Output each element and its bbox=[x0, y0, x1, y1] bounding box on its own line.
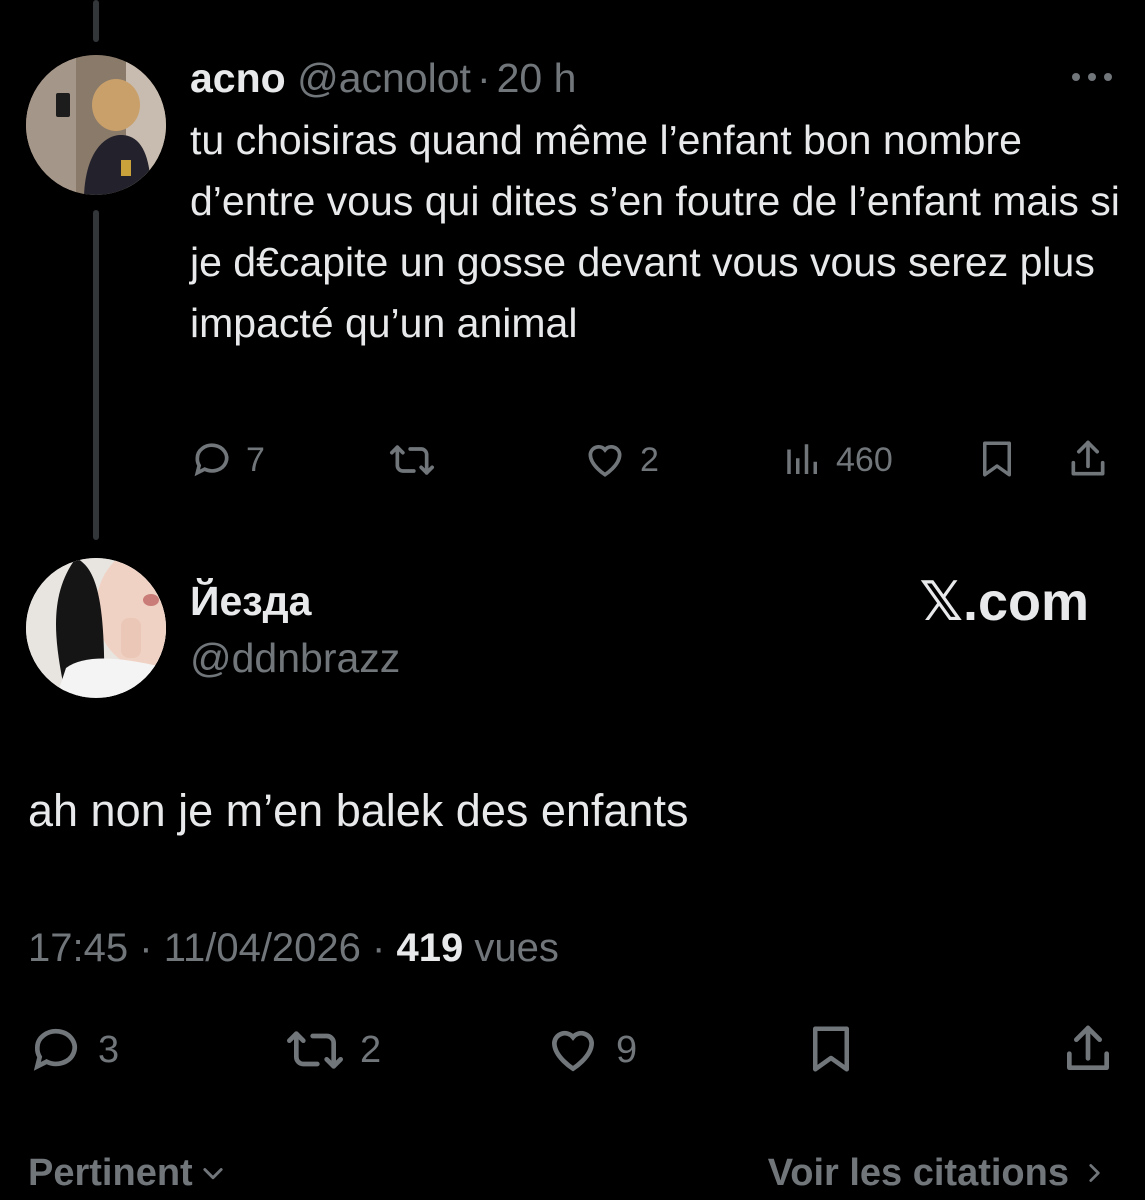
view-quotes-link[interactable]: Voir les citations bbox=[768, 1148, 1107, 1198]
main-tweet-text: ah non je m’en balek des enfants bbox=[28, 785, 689, 836]
bookmark-icon bbox=[976, 436, 1018, 482]
sort-label: Pertinent bbox=[28, 1152, 193, 1194]
parent-like-button[interactable]: 2 bbox=[582, 438, 659, 482]
main-retweet-button[interactable]: 2 bbox=[282, 1022, 381, 1078]
avatar-acno[interactable] bbox=[26, 55, 166, 195]
views-icon bbox=[782, 438, 824, 482]
main-like-button[interactable]: 9 bbox=[542, 1022, 637, 1078]
parent-tweet-header: acno @acnolot · 20 h bbox=[190, 52, 576, 104]
tweet-date[interactable]: 11/04/2026 bbox=[164, 926, 361, 970]
main-bookmark-button[interactable] bbox=[804, 1020, 858, 1078]
views-count: 419 bbox=[396, 926, 464, 970]
reply-icon bbox=[26, 1022, 86, 1078]
timestamp-separator-2: · bbox=[372, 926, 386, 970]
reply-icon bbox=[190, 438, 234, 482]
main-reply-count: 3 bbox=[98, 1028, 120, 1071]
main-retweet-count: 2 bbox=[360, 1028, 382, 1071]
parent-views-count: 460 bbox=[836, 440, 893, 479]
main-handle[interactable]: @ddnbrazz bbox=[190, 632, 400, 684]
avatar-yezda[interactable] bbox=[26, 558, 166, 698]
retweet-icon bbox=[385, 438, 439, 482]
x-com-logo: 𝕏.com bbox=[919, 572, 1089, 632]
share-icon bbox=[1066, 436, 1110, 482]
heart-icon bbox=[542, 1022, 604, 1078]
parent-reply-button[interactable]: 7 bbox=[190, 438, 265, 482]
main-reply-button[interactable]: 3 bbox=[26, 1022, 119, 1078]
parent-retweet-button[interactable] bbox=[385, 438, 451, 482]
chevron-right-icon bbox=[1081, 1159, 1107, 1187]
main-like-count: 9 bbox=[616, 1028, 638, 1071]
timestamp-row: 17:45 · 11/04/2026 · 419 vues bbox=[28, 922, 559, 974]
parent-separator: · bbox=[476, 55, 491, 101]
main-share-button[interactable] bbox=[1060, 1020, 1116, 1078]
parent-share-button[interactable] bbox=[1066, 436, 1110, 482]
bookmark-icon bbox=[804, 1020, 858, 1078]
main-display-name[interactable]: Йезда bbox=[190, 575, 311, 627]
retweet-icon bbox=[282, 1022, 348, 1078]
chevron-down-icon bbox=[199, 1159, 227, 1187]
view-quotes-label: Voir les citations bbox=[767, 1152, 1069, 1194]
sort-dropdown[interactable]: Pertinent bbox=[28, 1148, 227, 1198]
parent-like-count: 2 bbox=[640, 440, 659, 479]
heart-icon bbox=[582, 438, 628, 482]
parent-bookmark-button[interactable] bbox=[976, 436, 1018, 482]
parent-tweet-text: tu choisiras quand même l’enfant bon nom… bbox=[190, 117, 1132, 346]
parent-handle[interactable]: @acnolot bbox=[297, 55, 471, 101]
parent-reply-count: 7 bbox=[246, 440, 265, 479]
thread-line-bottom bbox=[93, 210, 99, 540]
thread-line-top bbox=[93, 0, 99, 42]
tweet-time[interactable]: 17:45 bbox=[28, 926, 128, 970]
share-icon bbox=[1060, 1020, 1116, 1078]
more-dots-icon[interactable] bbox=[1070, 62, 1114, 92]
timestamp-separator-1: · bbox=[139, 926, 153, 970]
parent-views-button[interactable]: 460 bbox=[782, 438, 893, 482]
parent-time[interactable]: 20 h bbox=[497, 55, 577, 101]
views-label: vues bbox=[474, 926, 559, 970]
parent-display-name[interactable]: acno bbox=[190, 55, 286, 101]
